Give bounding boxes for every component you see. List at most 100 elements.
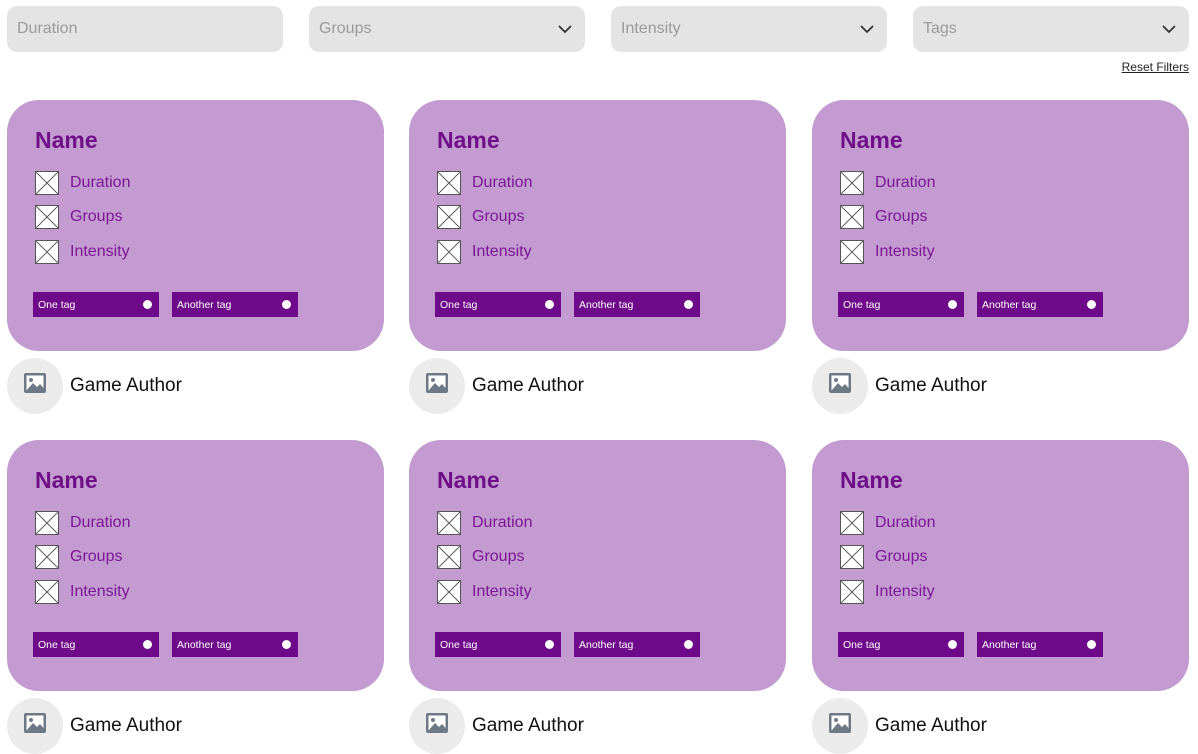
tag-list: One tag Another tag — [33, 632, 311, 657]
author-name: Game Author — [472, 375, 584, 396]
game-name: Name — [35, 467, 98, 493]
reset-filters-link[interactable]: Reset Filters — [1122, 60, 1189, 74]
image-placeholder-icon — [840, 239, 864, 264]
image-placeholder-icon — [35, 239, 59, 264]
game-card[interactable]: Name Duration Groups Intensity One tag Anothe… — [812, 100, 1189, 351]
author-name: Game Author — [875, 715, 987, 736]
tag-chip[interactable]: One tag — [435, 632, 561, 657]
image-placeholder-icon — [35, 510, 59, 535]
game-property: Intensity — [35, 579, 384, 604]
game-author[interactable]: Game Author — [409, 698, 584, 754]
property-label: Intensity — [875, 242, 935, 260]
image-placeholder-icon — [840, 170, 864, 195]
tag-dot-icon — [684, 300, 693, 309]
tag-label: Another tag — [177, 298, 232, 311]
property-label: Duration — [70, 513, 131, 531]
game-author[interactable]: Game Author — [7, 358, 182, 414]
tag-chip[interactable]: One tag — [33, 292, 159, 317]
intensity-filter[interactable]: Intensity — [611, 6, 887, 52]
game-card[interactable]: Name Duration Groups Intensity One tag Anothe… — [7, 440, 384, 691]
image-icon — [827, 370, 853, 402]
property-label: Duration — [472, 513, 533, 531]
tag-label: One tag — [843, 298, 881, 311]
game-name: Name — [840, 127, 903, 153]
game-property: Groups — [35, 205, 384, 230]
image-icon — [424, 370, 450, 402]
tag-dot-icon — [684, 640, 693, 649]
game-property: Duration — [35, 170, 384, 195]
avatar — [7, 358, 63, 414]
tag-chip[interactable]: Another tag — [977, 292, 1103, 317]
property-label: Duration — [472, 173, 533, 191]
tag-chip[interactable]: Another tag — [574, 632, 700, 657]
image-placeholder-icon — [840, 579, 864, 604]
tag-chip[interactable]: Another tag — [172, 292, 298, 317]
game-property: Intensity — [840, 579, 1189, 604]
image-placeholder-icon — [437, 579, 461, 604]
duration-filter[interactable]: Duration — [7, 6, 283, 52]
game-card[interactable]: Name Duration Groups Intensity One tag Anothe… — [812, 440, 1189, 691]
avatar — [812, 698, 868, 754]
game-property: Intensity — [437, 579, 786, 604]
tag-dot-icon — [948, 640, 957, 649]
avatar — [812, 358, 868, 414]
property-label: Duration — [875, 513, 936, 531]
game-name: Name — [35, 127, 98, 153]
tag-chip[interactable]: Another tag — [172, 632, 298, 657]
image-icon — [22, 710, 48, 742]
image-placeholder-icon — [437, 239, 461, 264]
game-property: Duration — [840, 170, 1189, 195]
tag-chip[interactable]: One tag — [838, 632, 964, 657]
image-placeholder-icon — [437, 205, 461, 229]
tags-filter[interactable]: Tags — [913, 6, 1189, 52]
property-label: Duration — [875, 173, 936, 191]
tag-chip[interactable]: One tag — [435, 292, 561, 317]
tag-chip[interactable]: One tag — [33, 632, 159, 657]
game-card[interactable]: Name Duration Groups Intensity One tag Anothe… — [409, 440, 786, 691]
avatar — [7, 698, 63, 754]
game-property: Intensity — [437, 239, 786, 264]
game-property: Intensity — [35, 239, 384, 264]
property-label: Groups — [875, 548, 928, 565]
property-label: Intensity — [70, 242, 130, 260]
game-property: Duration — [437, 170, 786, 195]
game-property: Groups — [840, 545, 1189, 570]
image-placeholder-icon — [437, 545, 461, 569]
tag-label: Another tag — [982, 638, 1037, 651]
tag-list: One tag Another tag — [435, 292, 713, 317]
tag-chip[interactable]: Another tag — [977, 632, 1103, 657]
chevron-down-icon — [558, 25, 572, 34]
game-card[interactable]: Name Duration Groups Intensity One tag Anothe… — [7, 100, 384, 351]
game-property: Groups — [840, 205, 1189, 230]
tag-chip[interactable]: One tag — [838, 292, 964, 317]
chevron-down-icon — [860, 25, 874, 34]
game-name: Name — [437, 127, 500, 153]
image-placeholder-icon — [840, 545, 864, 569]
tag-label: Another tag — [579, 298, 634, 311]
tag-dot-icon — [143, 300, 152, 309]
game-property: Duration — [840, 510, 1189, 535]
property-label: Groups — [472, 208, 525, 225]
tags-filter-label: Tags — [923, 20, 957, 37]
filter-bar: Duration Groups Intensity Tags — [7, 6, 1190, 53]
image-placeholder-icon — [35, 170, 59, 195]
tag-label: Another tag — [177, 638, 232, 651]
tag-dot-icon — [545, 640, 554, 649]
property-label: Intensity — [472, 242, 532, 260]
game-author[interactable]: Game Author — [409, 358, 584, 414]
groups-filter[interactable]: Groups — [309, 6, 585, 52]
tag-dot-icon — [143, 640, 152, 649]
image-placeholder-icon — [437, 510, 461, 535]
game-card[interactable]: Name Duration Groups Intensity One tag Anothe… — [409, 100, 786, 351]
game-property: Groups — [437, 545, 786, 570]
game-author[interactable]: Game Author — [7, 698, 182, 754]
tag-label: One tag — [843, 638, 881, 651]
tag-dot-icon — [1087, 640, 1096, 649]
game-author[interactable]: Game Author — [812, 358, 987, 414]
image-placeholder-icon — [35, 579, 59, 604]
tag-chip[interactable]: Another tag — [574, 292, 700, 317]
game-author[interactable]: Game Author — [812, 698, 987, 754]
property-label: Groups — [70, 548, 123, 565]
image-icon — [22, 370, 48, 402]
tag-label: Another tag — [579, 638, 634, 651]
